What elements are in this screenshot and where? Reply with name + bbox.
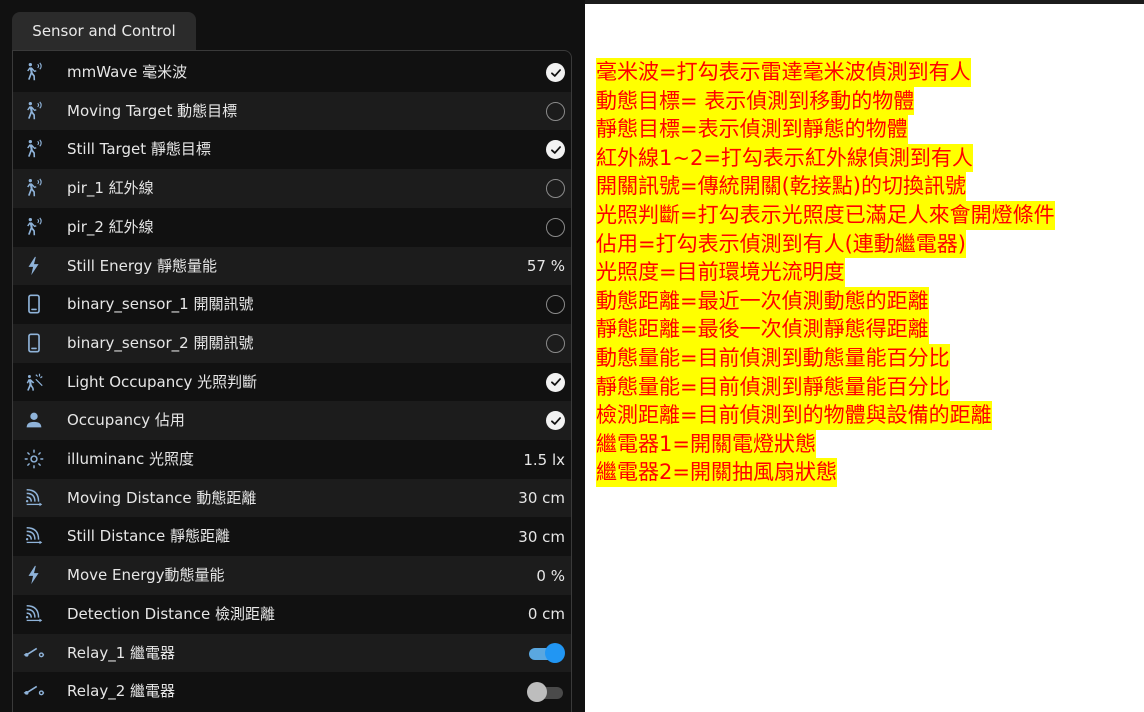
motion-sensor-icon (22, 60, 46, 84)
annotation-note: 檢測距離=目前偵測到的物體與設備的距離 (596, 401, 992, 430)
entity-label: Relay_2 繼電器 (67, 682, 176, 701)
entity-row[interactable]: mmWave 毫米波 (13, 53, 571, 92)
unchecked-circle-icon (546, 179, 565, 199)
annotation-note: 繼電器2=開關抽風扇狀態 (596, 458, 837, 487)
entity-value: 30 cm (518, 489, 565, 508)
annotation-note: 動態量能=目前偵測到動態量能百分比 (596, 343, 950, 373)
entity-row[interactable]: Moving Distance 動態距離 30 cm (13, 478, 571, 518)
checked-icon (546, 411, 565, 431)
switch-icon (22, 679, 46, 703)
motion-sensor-icon (22, 176, 46, 200)
entity-label: Light Occupancy 光照判斷 (67, 372, 258, 391)
entity-row[interactable]: Occupancy 佔用 (13, 401, 571, 440)
entity-row[interactable]: Still Target 靜態目標 (13, 130, 571, 169)
entity-label: Detection Distance 檢測距離 (67, 604, 275, 623)
entity-value: 0 % (536, 566, 565, 585)
entity-label: Move Energy動態量能 (67, 566, 225, 585)
unchecked-circle-icon (546, 333, 565, 353)
entity-label: binary_sensor_2 開關訊號 (67, 333, 254, 352)
phone-device-icon (22, 292, 46, 316)
entity-label: Relay_1 繼電器 (67, 643, 176, 662)
entity-label: Moving Distance 動態距離 (67, 488, 257, 507)
entity-label: binary_sensor_1 開關訊號 (67, 295, 254, 314)
relay-toggle-switch[interactable] (527, 642, 565, 664)
unchecked-circle-icon (546, 217, 565, 237)
motion-sensor-icon (22, 215, 46, 239)
entity-label: Occupancy 佔用 (67, 411, 185, 430)
entity-value: 1.5 lx (523, 450, 565, 469)
lightning-bolt-icon (22, 563, 46, 587)
entity-label: pir_2 紅外線 (67, 217, 154, 236)
entity-label: Still Target 靜態目標 (67, 140, 211, 159)
light-occupancy-icon (22, 370, 46, 394)
signal-distance-icon (22, 486, 46, 510)
entity-label: Still Distance 靜態距離 (67, 527, 231, 546)
switch-icon (22, 641, 46, 665)
annotation-notes: 毫米波=打勾表示雷達毫米波偵測到有人 動態目標= 表示偵測到移動的物體 靜態目標=表… (596, 58, 1136, 487)
phone-device-icon (22, 331, 46, 355)
entity-value: 0 cm (527, 605, 565, 624)
motion-sensor-icon (22, 137, 46, 161)
annotation-note: 毫米波=打勾表示雷達毫米波偵測到有人 (596, 58, 971, 87)
annotation-note: 光照判斷=打勾表示光照度已滿足人來會開燈條件 (596, 200, 1055, 230)
annotation-note: 靜態量能=目前偵測到靜態量能百分比 (596, 372, 950, 402)
entity-label: Moving Target 動態目標 (67, 101, 238, 120)
annotation-note: 佔用=打勾表示偵測到有人(連動繼電器) (596, 229, 966, 259)
entity-row[interactable]: Relay_1 繼電器 (13, 633, 571, 673)
unchecked-circle-icon (546, 295, 565, 315)
annotation-note: 動態目標= 表示偵測到移動的物體 (596, 86, 915, 116)
lightning-bolt-icon (22, 254, 46, 278)
entity-row[interactable]: illuminanc 光照度 1.5 lx (13, 440, 571, 479)
entity-row[interactable]: Moving Target 動態目標 (13, 91, 571, 131)
annotation-note: 靜態距離=最後一次偵測靜態得距離 (596, 315, 929, 344)
entity-label: illuminanc 光照度 (67, 450, 195, 468)
entity-row[interactable]: binary_sensor_1 開關訊號 (13, 285, 571, 324)
entity-label: Still Energy 靜態量能 (67, 256, 217, 275)
signal-distance-icon (22, 524, 46, 548)
entity-row[interactable]: pir_2 紅外線 (13, 208, 571, 247)
brightness-icon (22, 447, 46, 471)
sensor-control-panel: Sensor and Control mmWave 毫米波 Moving Targ… (0, 0, 585, 712)
annotation-note: 開關訊號=傳統開關(乾接點)的切換訊號 (596, 172, 966, 201)
entities-card: mmWave 毫米波 Moving Target 動態目標 Still Target… (12, 50, 572, 712)
checked-icon (546, 140, 565, 160)
entity-value: 30 cm (518, 527, 565, 546)
checked-icon (546, 63, 565, 82)
entity-row[interactable]: Relay_2 繼電器 (13, 672, 571, 711)
entity-row[interactable]: binary_sensor_2 開關訊號 (13, 323, 571, 363)
annotation-note: 光照度=目前環境光流明度 (596, 258, 845, 287)
entity-row[interactable]: Still Distance 靜態距離 30 cm (13, 517, 571, 556)
annotation-note: 紅外線1~2=打勾表示紅外線偵測到有人 (596, 143, 973, 173)
entity-row[interactable]: Light Occupancy 光照判斷 (13, 363, 571, 402)
motion-sensor-icon (22, 99, 46, 123)
entity-label: pir_1 紅外線 (67, 179, 154, 198)
person-icon (22, 408, 46, 432)
entity-row[interactable]: Move Energy動態量能 0 % (13, 556, 571, 595)
annotation-note: 動態距離=最近一次偵測動態的距離 (596, 286, 929, 316)
annotation-note: 靜態目標=表示偵測到靜態的物體 (596, 115, 908, 144)
signal-distance-icon (22, 602, 46, 626)
entity-value: 57 % (526, 257, 565, 275)
entity-row[interactable]: pir_1 紅外線 (13, 169, 571, 208)
entity-label: mmWave 毫米波 (67, 63, 188, 81)
entity-row[interactable]: Detection Distance 檢測距離 0 cm (13, 595, 571, 634)
checked-icon (546, 372, 565, 392)
relay-toggle-switch[interactable] (527, 681, 565, 703)
tab-sensor-and-control[interactable]: Sensor and Control (12, 12, 196, 50)
entity-row[interactable]: Still Energy 靜態量能 57 % (13, 246, 571, 286)
unchecked-circle-icon (546, 101, 565, 121)
annotation-note: 繼電器1=開關電燈狀態 (596, 429, 816, 459)
